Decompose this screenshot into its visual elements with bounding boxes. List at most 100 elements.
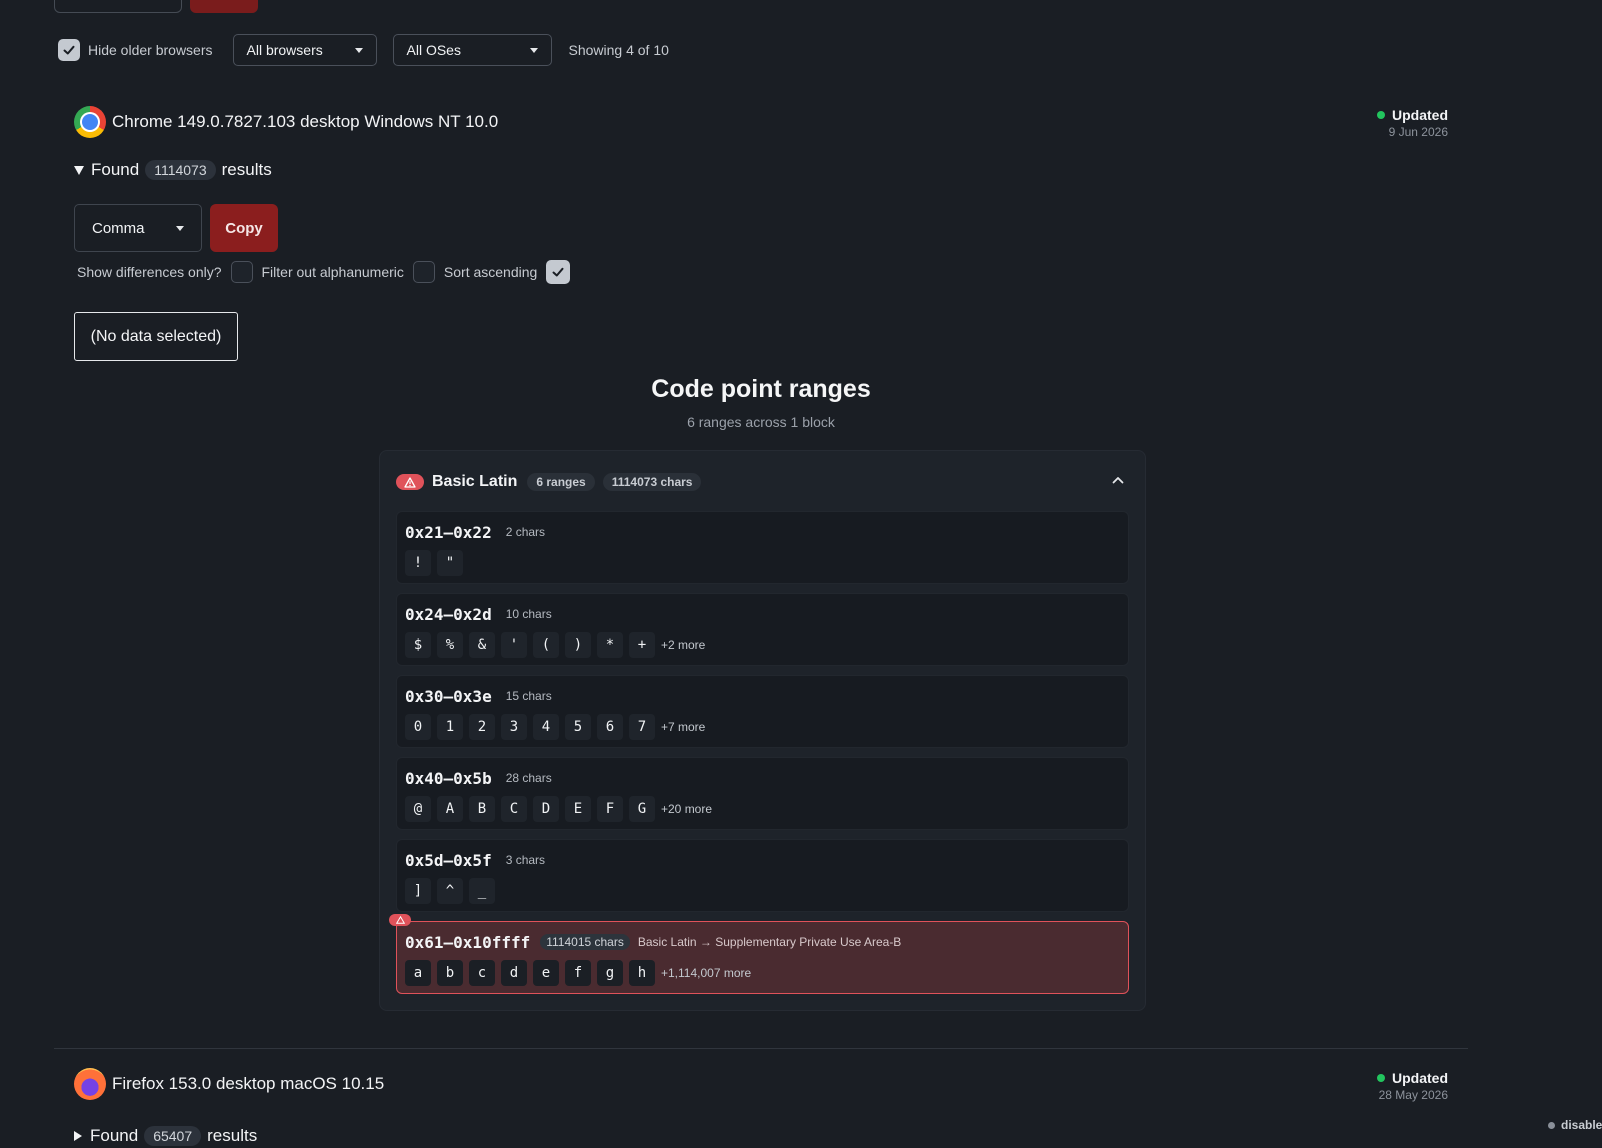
code-point-range[interactable]: 0x30–0x3e 15 chars 0 1 2 3 4 5 6 7 +7 more: [396, 675, 1129, 748]
char-chip[interactable]: b: [437, 960, 463, 986]
check-icon: [63, 45, 75, 55]
caret-down-icon: [176, 225, 184, 231]
char-chip[interactable]: ): [565, 632, 591, 658]
char-chip[interactable]: ]: [405, 878, 431, 904]
range-char-list: 0 1 2 3 4 5 6 7 +7 more: [405, 714, 705, 740]
char-chip[interactable]: 6: [597, 714, 623, 740]
char-chip[interactable]: c: [469, 960, 495, 986]
char-chip[interactable]: 1: [437, 714, 463, 740]
copy-button[interactable]: Copy: [210, 204, 278, 252]
code-point-range[interactable]: 0x24–0x2d 10 chars $% & '() * + +2 more: [396, 593, 1129, 666]
status-dot-icon: [1548, 1121, 1555, 1129]
range-char-count: 2 chars: [505, 525, 546, 539]
char-chip[interactable]: h: [629, 960, 655, 986]
char-chip[interactable]: $: [405, 632, 431, 658]
block-chars-badge: 1114073 chars: [602, 473, 702, 491]
range-char-list: ] ^ _: [405, 878, 501, 904]
char-chip[interactable]: 7: [629, 714, 655, 740]
char-chip[interactable]: @: [405, 796, 431, 822]
char-chip[interactable]: E: [565, 796, 591, 822]
char-chip[interactable]: %: [437, 632, 463, 658]
browser-select[interactable]: All browsers: [232, 34, 377, 66]
code-point-ranges-title: Code point ranges: [651, 375, 871, 403]
char-chip[interactable]: 0: [405, 714, 431, 740]
char-chip[interactable]: ": [437, 550, 463, 576]
range-char-list: $% & '() * + +2 more: [405, 632, 705, 658]
char-chip[interactable]: ^: [437, 878, 463, 904]
range-name: 0x24–0x2d: [405, 604, 492, 624]
char-chip[interactable]: a: [405, 960, 431, 986]
top-action-button[interactable]: [190, 0, 258, 13]
code-point-range[interactable]: 0x61–0x10ffff 1114015 chars Basic Latin → …: [389, 914, 1129, 994]
char-chip[interactable]: d: [501, 960, 527, 986]
char-chip[interactable]: *: [597, 632, 623, 658]
char-chip[interactable]: B: [469, 796, 495, 822]
found-results-toggle[interactable]: Found 65407 results: [74, 1124, 257, 1148]
char-chip[interactable]: e: [533, 960, 559, 986]
char-chip[interactable]: C: [501, 796, 527, 822]
char-chip[interactable]: 4: [533, 714, 559, 740]
chevron-up-icon[interactable]: [1111, 473, 1125, 487]
hide-older-checkbox[interactable]: [58, 39, 80, 61]
found-results-toggle[interactable]: Found 1114073 results: [74, 158, 272, 182]
found-suffix: results: [221, 160, 272, 179]
range-header: 0x5d–0x5f 3 chars: [405, 850, 545, 870]
range-name: 0x30–0x3e: [405, 686, 492, 706]
char-chip[interactable]: F: [597, 796, 623, 822]
sort-asc-checkbox[interactable]: [546, 260, 571, 284]
char-chip[interactable]: _: [469, 878, 495, 904]
range-header: 0x21–0x22 2 chars: [405, 522, 545, 542]
found-count-badge: 1114073: [145, 160, 216, 180]
range-header: 0x24–0x2d 10 chars: [405, 604, 552, 624]
warning-icon: [396, 474, 424, 490]
browser-entry-header: Firefox 153.0 desktop macOS 10.15: [74, 1068, 384, 1100]
os-select[interactable]: All OSes: [392, 34, 552, 66]
char-chip[interactable]: (: [533, 632, 559, 658]
found-count-badge: 65407: [144, 1126, 202, 1146]
block-header[interactable]: Basic Latin 6 ranges 1114073 chars: [396, 471, 709, 493]
entry-divider: [54, 1048, 1468, 1049]
char-chip[interactable]: 3: [501, 714, 527, 740]
char-chip[interactable]: +: [629, 632, 655, 658]
range-char-list: @ A B C D E F G +20 more: [405, 796, 712, 822]
triangle-down-icon: [74, 165, 84, 175]
show-diff-checkbox[interactable]: [230, 261, 253, 283]
char-chip[interactable]: D: [533, 796, 559, 822]
more-chars-count: +7 more: [661, 720, 706, 734]
code-point-range[interactable]: 0x40–0x5b 28 chars @ A B C D E F G +20 more: [396, 757, 1129, 830]
range-char-count: 3 chars: [505, 853, 546, 867]
browser-name: Chrome 149.0.7827.103 desktop Windows NT…: [112, 112, 499, 131]
code-point-range[interactable]: 0x21–0x22 2 chars! ": [396, 511, 1129, 584]
browser-select-value: All browsers: [246, 42, 323, 58]
more-chars-count: +20 more: [661, 802, 713, 816]
filter-alnum-checkbox[interactable]: [412, 261, 435, 283]
char-chip[interactable]: &: [469, 632, 495, 658]
char-chip[interactable]: ': [501, 632, 527, 658]
range-name: 0x5d–0x5f: [405, 850, 492, 870]
status-dot-icon: [1377, 1074, 1385, 1082]
char-chip[interactable]: 5: [565, 714, 591, 740]
range-header: 0x30–0x3e 15 chars: [405, 686, 552, 706]
char-chip[interactable]: g: [597, 960, 623, 986]
updated-status: Updated 28 May 2026: [1377, 1070, 1448, 1102]
show-diff-label: Show differences only?: [77, 264, 222, 280]
char-chip[interactable]: A: [437, 796, 463, 822]
selection-output[interactable]: (No data selected): [74, 312, 238, 361]
sort-asc-label: Sort ascending: [443, 264, 538, 280]
code-point-range[interactable]: 0x5d–0x5f 3 chars] ^ _: [396, 839, 1129, 912]
format-select[interactable]: Comma: [74, 204, 202, 252]
firefox-icon: [74, 1068, 106, 1100]
showing-count: Showing 4 of 10: [568, 42, 669, 58]
found-prefix: Found: [91, 160, 140, 179]
char-chip[interactable]: f: [565, 960, 591, 986]
range-note: Basic Latin → Supplementary Private Use …: [637, 935, 902, 949]
format-select-value: Comma: [92, 219, 145, 237]
more-chars-count: +1,114,007 more: [661, 966, 752, 980]
char-chip[interactable]: !: [405, 550, 431, 576]
more-chars-count: +2 more: [661, 638, 706, 652]
char-chip[interactable]: 2: [469, 714, 495, 740]
top-select[interactable]: [54, 0, 182, 13]
char-chip[interactable]: G: [629, 796, 655, 822]
updated-date: 28 May 2026: [1378, 1088, 1448, 1102]
disabled-badge: disabled: [1548, 1118, 1602, 1132]
